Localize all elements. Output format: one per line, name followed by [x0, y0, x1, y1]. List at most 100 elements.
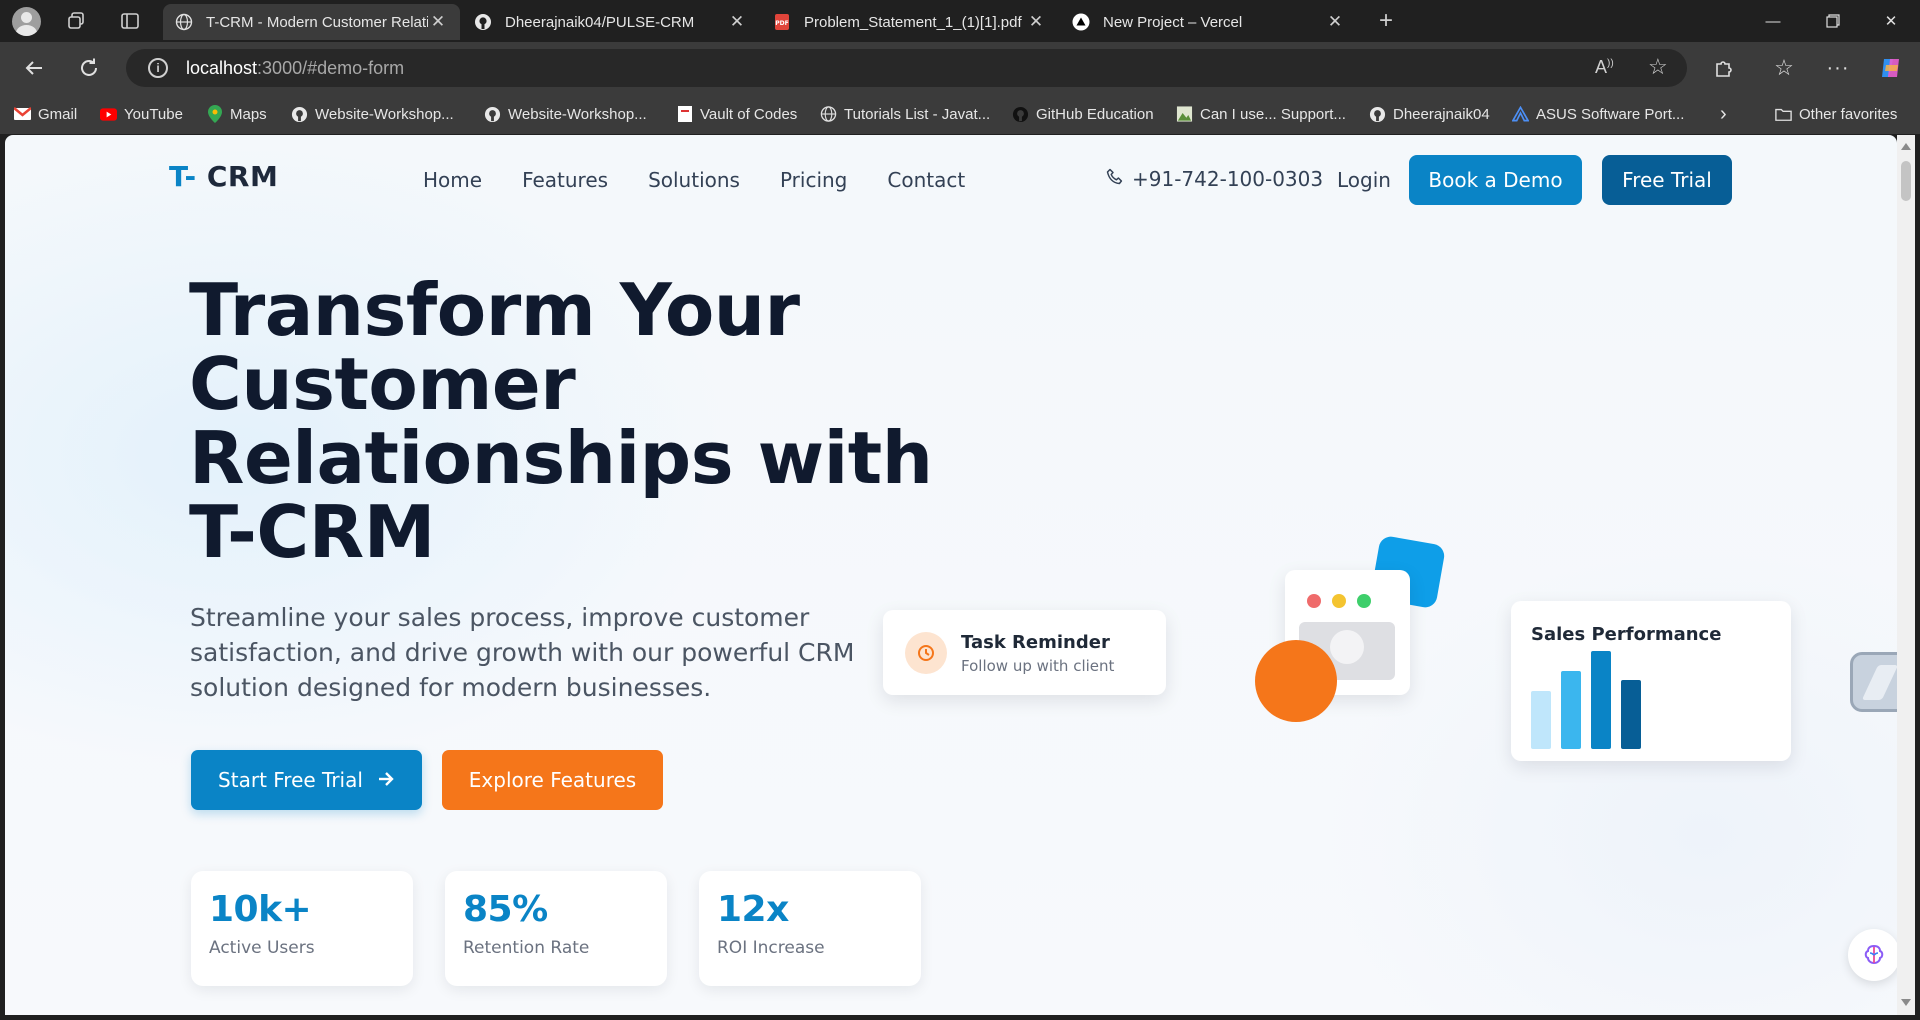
- start-free-trial-button[interactable]: Start Free Trial: [191, 750, 422, 810]
- url-bar[interactable]: i localhost:3000/#demo-form A)) ☆: [126, 49, 1687, 87]
- bookmark-asus-software[interactable]: ASUS Software Port...: [1512, 103, 1684, 125]
- close-tab-icon[interactable]: ✕: [727, 12, 747, 32]
- bookmark-can-i-use[interactable]: Can I use... Support...: [1176, 103, 1346, 125]
- favorite-star-icon[interactable]: ☆: [1648, 54, 1668, 80]
- nav-home[interactable]: Home: [423, 168, 482, 192]
- stat-value: 12x: [717, 889, 789, 930]
- browser-tab-bar: T-CRM - Modern Customer Relati ✕ Dheeraj…: [0, 0, 1920, 42]
- address-toolbar: i localhost:3000/#demo-form A)) ☆ ☆ ···: [0, 42, 1920, 94]
- close-window-icon[interactable]: ✕: [1862, 0, 1920, 42]
- vercel-icon: [1072, 13, 1090, 31]
- new-tab-icon[interactable]: +: [1370, 5, 1402, 37]
- github-icon: [474, 13, 492, 31]
- favorites-icon[interactable]: ☆: [1768, 52, 1800, 84]
- nav-contact[interactable]: Contact: [887, 168, 965, 192]
- task-subtitle: Follow up with client: [961, 657, 1115, 675]
- bookmarks-overflow-chevron-icon[interactable]: ›: [1720, 103, 1727, 125]
- bookmark-github-education[interactable]: GitHub Education: [1012, 103, 1154, 125]
- restore-icon[interactable]: [1804, 0, 1862, 42]
- nav-features[interactable]: Features: [522, 168, 608, 192]
- explore-features-button[interactable]: Explore Features: [442, 750, 663, 810]
- youtube-icon: [100, 106, 117, 123]
- scrollbar-thumb[interactable]: [1901, 161, 1911, 201]
- vertical-tabs-icon[interactable]: [114, 5, 146, 37]
- url-host: localhost: [186, 57, 258, 78]
- book-demo-button[interactable]: Book a Demo: [1409, 155, 1582, 205]
- sales-performance-card: Sales Performance: [1511, 601, 1791, 761]
- tab-pdf[interactable]: PDF Problem_Statement_1_(1)[1].pdf ✕: [761, 4, 1058, 40]
- arrow-right-icon: [377, 768, 395, 792]
- folder-icon: [1775, 106, 1792, 123]
- read-aloud-icon[interactable]: A)): [1595, 57, 1614, 78]
- minimize-icon[interactable]: —: [1744, 0, 1802, 42]
- profile-avatar[interactable]: [12, 7, 41, 36]
- back-icon[interactable]: [18, 52, 50, 84]
- tab-title: T-CRM - Modern Customer Relati: [206, 13, 428, 31]
- main-nav: Home Features Solutions Pricing Contact: [423, 168, 965, 192]
- scroll-up-icon[interactable]: [1901, 143, 1911, 150]
- site-logo[interactable]: T- CRM: [169, 160, 278, 193]
- other-favorites-folder[interactable]: Other favorites: [1775, 103, 1897, 125]
- gmail-icon: [14, 106, 31, 123]
- floating-side-widget[interactable]: [1850, 652, 1897, 712]
- page-scrollbar[interactable]: [1897, 135, 1915, 1015]
- window-dot-red: [1307, 594, 1321, 608]
- ai-assistant-brain-icon[interactable]: [1848, 929, 1897, 981]
- bookmark-website-workshop-1[interactable]: Website-Workshop...: [291, 103, 454, 125]
- scroll-down-icon[interactable]: [1901, 999, 1911, 1006]
- site-info-icon[interactable]: i: [148, 58, 168, 78]
- sales-bar-3: [1591, 651, 1611, 749]
- login-link[interactable]: Login: [1337, 168, 1391, 192]
- globe-icon: [820, 106, 837, 123]
- svg-text:PDF: PDF: [775, 20, 788, 27]
- tab-tcrm[interactable]: T-CRM - Modern Customer Relati ✕: [163, 4, 460, 40]
- stat-value: 85%: [463, 889, 548, 930]
- sales-bar-1: [1531, 691, 1551, 749]
- bookmark-gmail[interactable]: Gmail: [14, 103, 77, 125]
- extensions-icon[interactable]: [1707, 52, 1739, 84]
- globe-icon: [175, 13, 193, 31]
- github-icon: [1369, 106, 1386, 123]
- close-tab-icon[interactable]: ✕: [1325, 12, 1345, 32]
- tab-vercel[interactable]: New Project – Vercel ✕: [1060, 4, 1357, 40]
- tab-title: Dheerajnaik04/PULSE-CRM: [505, 13, 695, 31]
- sales-bar-2: [1561, 671, 1581, 749]
- tab-github[interactable]: Dheerajnaik04/PULSE-CRM ✕: [462, 4, 759, 40]
- bookmark-dheerajnaik04[interactable]: Dheerajnaik04: [1369, 103, 1490, 125]
- github-icon: [1012, 106, 1029, 123]
- bookmark-vault-of-codes[interactable]: Vault of Codes: [676, 103, 797, 125]
- tab-title: New Project – Vercel: [1103, 13, 1243, 31]
- stat-label: ROI Increase: [717, 938, 825, 958]
- phone-link[interactable]: +91-742-100-0303: [1106, 167, 1323, 191]
- page-icon: [676, 106, 693, 123]
- bookmark-tutorials-list[interactable]: Tutorials List - Javat...: [820, 103, 990, 125]
- window-dot-green: [1357, 594, 1371, 608]
- stat-card-active-users: 10k+ Active Users: [191, 871, 413, 986]
- stat-label: Active Users: [209, 938, 315, 958]
- image-icon: [1176, 106, 1193, 123]
- close-tab-icon[interactable]: ✕: [1026, 12, 1046, 32]
- bookmark-youtube[interactable]: YouTube: [100, 103, 183, 125]
- stat-value: 10k+: [209, 889, 312, 930]
- free-trial-button[interactable]: Free Trial: [1602, 155, 1732, 205]
- github-icon: [291, 106, 308, 123]
- more-menu-icon[interactable]: ···: [1822, 52, 1854, 84]
- url-path: :3000/#demo-form: [257, 57, 405, 78]
- stat-label: Retention Rate: [463, 938, 590, 958]
- refresh-icon[interactable]: [73, 52, 105, 84]
- task-reminder-card: Task Reminder Follow up with client: [883, 610, 1166, 695]
- nav-pricing[interactable]: Pricing: [780, 168, 847, 192]
- clock-icon: [905, 632, 947, 674]
- web-page: T- CRM Home Features Solutions Pricing C…: [5, 135, 1897, 1015]
- hero-subtitle: Streamline your sales process, improve c…: [190, 603, 855, 702]
- workspaces-icon[interactable]: [60, 5, 92, 37]
- pdf-icon: PDF: [773, 13, 791, 31]
- close-tab-icon[interactable]: ✕: [428, 12, 448, 32]
- copilot-icon[interactable]: [1875, 52, 1907, 84]
- phone-number: +91-742-100-0303: [1132, 167, 1324, 191]
- bookmark-website-workshop-2[interactable]: Website-Workshop...: [484, 103, 647, 125]
- stat-card-retention-rate: 85% Retention Rate: [445, 871, 667, 986]
- bookmark-maps[interactable]: Maps: [206, 103, 267, 125]
- task-title: Task Reminder: [961, 632, 1110, 653]
- nav-solutions[interactable]: Solutions: [648, 168, 740, 192]
